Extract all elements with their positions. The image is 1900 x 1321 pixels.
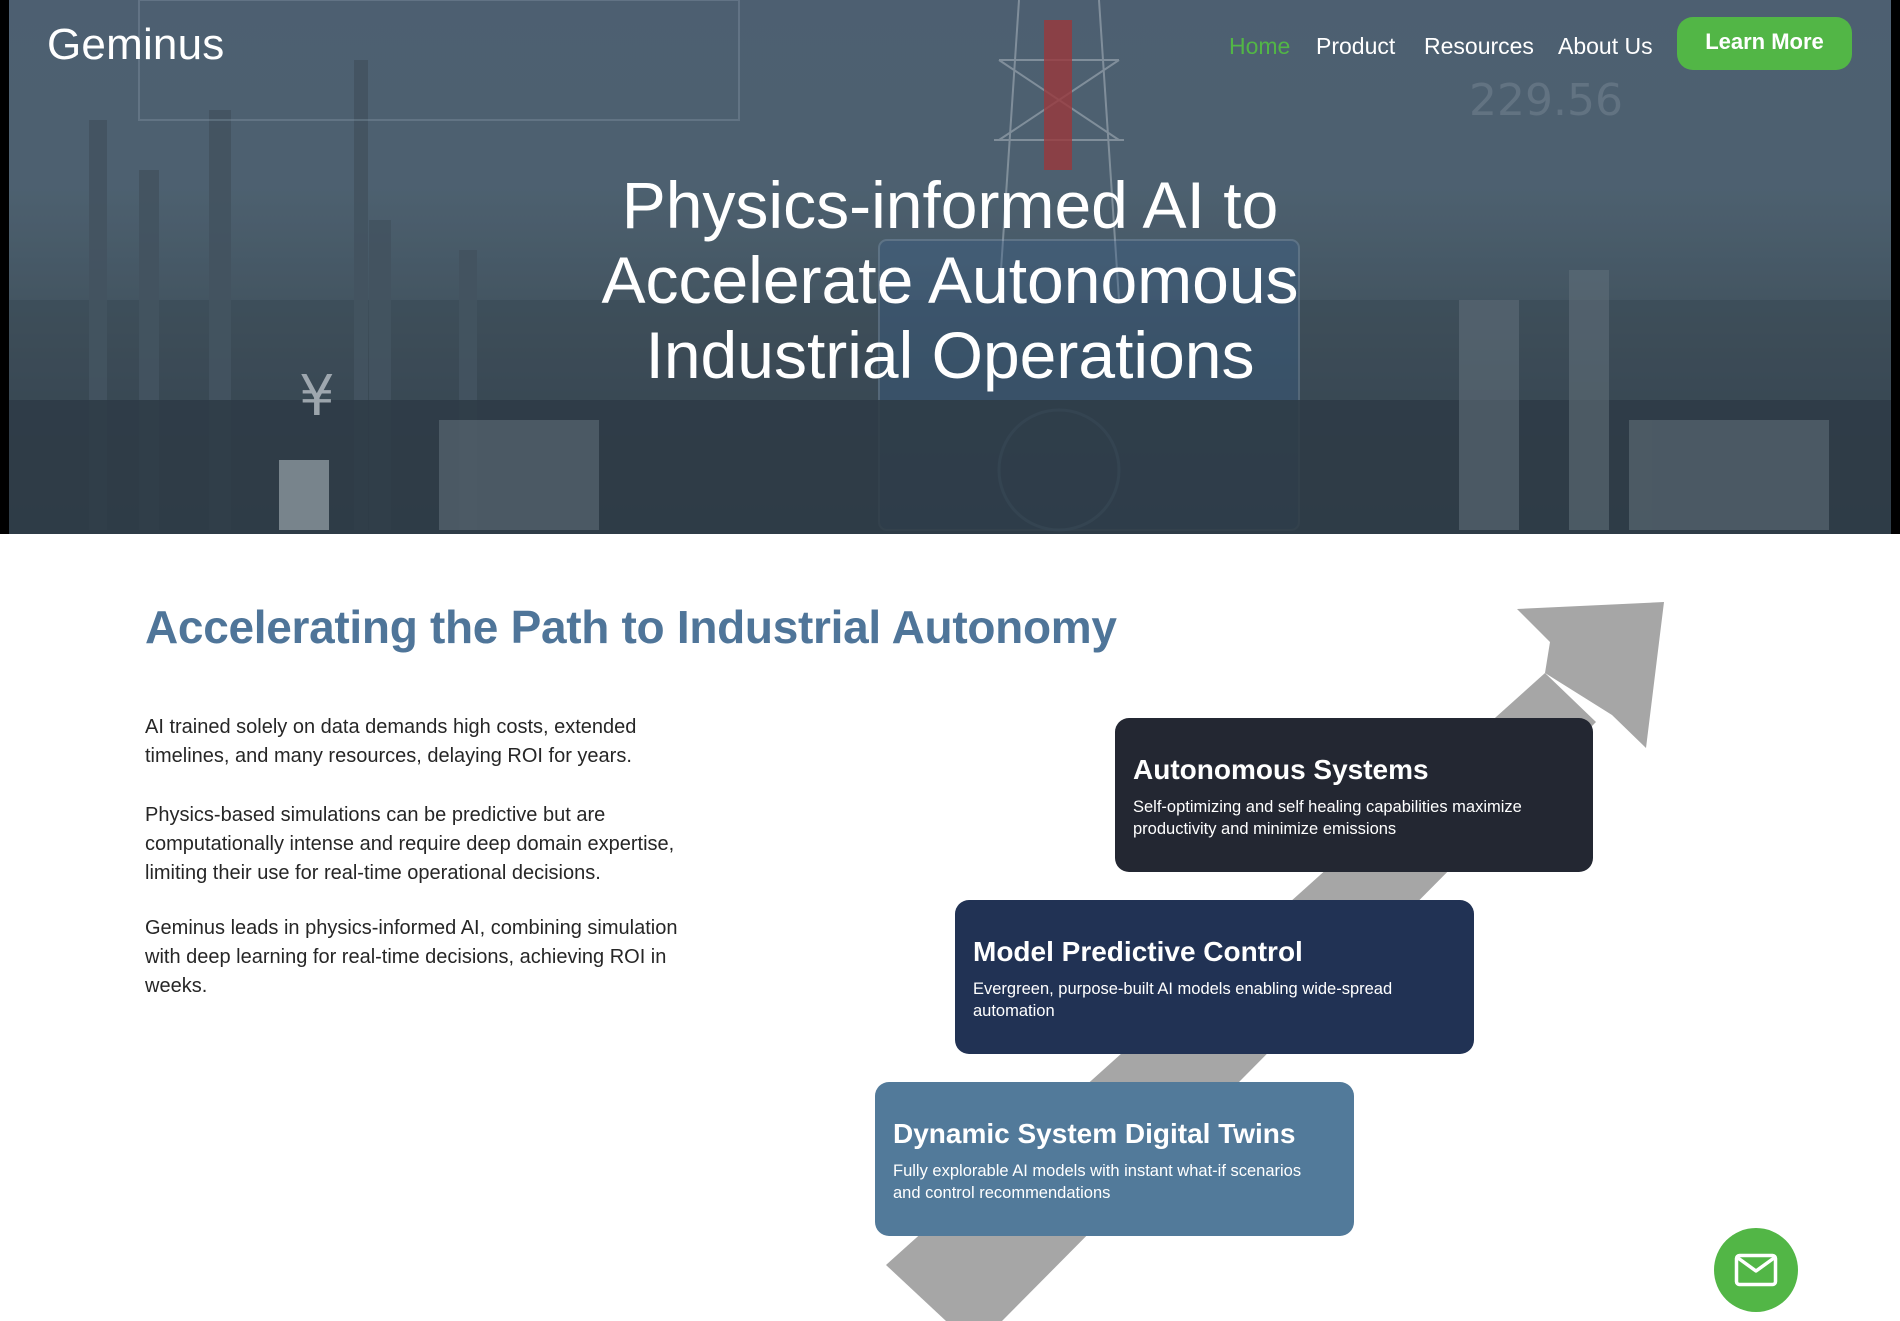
nav-about-us[interactable]: About Us (1558, 33, 1653, 60)
card-description: Fully explorable AI models with instant … (893, 1162, 1302, 1202)
contact-mail-button[interactable] (1714, 1228, 1798, 1312)
card-description: Evergreen, purpose-built AI models enabl… (973, 980, 1393, 1020)
hero-title-line: Accelerate Autonomous (601, 243, 1299, 317)
learn-more-button[interactable]: Learn More (1677, 17, 1852, 70)
hero-title: Physics-informed AI to Accelerate Autono… (0, 168, 1900, 393)
mail-icon (1734, 1253, 1778, 1287)
card-title: Dynamic System Digital Twins (893, 1118, 1296, 1149)
hero-section: ¥ 229.56 Geminus Home Product Resources … (0, 0, 1900, 534)
paragraph-physics-simulations: Physics-based simulations can be predict… (145, 804, 675, 884)
paragraph-data-ai: AI trained solely on data demands high c… (145, 716, 637, 767)
card-title: Model Predictive Control (973, 936, 1303, 967)
card-description: Self-optimizing and self healing capabil… (1133, 798, 1522, 838)
nav-home[interactable]: Home (1229, 33, 1290, 60)
card-digital-twins[interactable]: Dynamic System Digital Twins Fully explo… (875, 1082, 1354, 1236)
nav-product[interactable]: Product (1316, 33, 1395, 60)
hero-title-line: Industrial Operations (645, 318, 1255, 392)
logo[interactable]: Geminus (47, 20, 224, 70)
hero-title-line: Physics-informed AI to (621, 168, 1279, 242)
section-title: Accelerating the Path to Industrial Auto… (145, 601, 1117, 653)
card-autonomous-systems[interactable]: Autonomous Systems Self-optimizing and s… (1115, 718, 1593, 872)
paragraph-geminus-approach: Geminus leads in physics-informed AI, co… (145, 917, 678, 997)
nav-resources[interactable]: Resources (1424, 33, 1534, 60)
card-title: Autonomous Systems (1133, 754, 1429, 785)
card-model-predictive-control[interactable]: Model Predictive Control Evergreen, purp… (955, 900, 1474, 1054)
